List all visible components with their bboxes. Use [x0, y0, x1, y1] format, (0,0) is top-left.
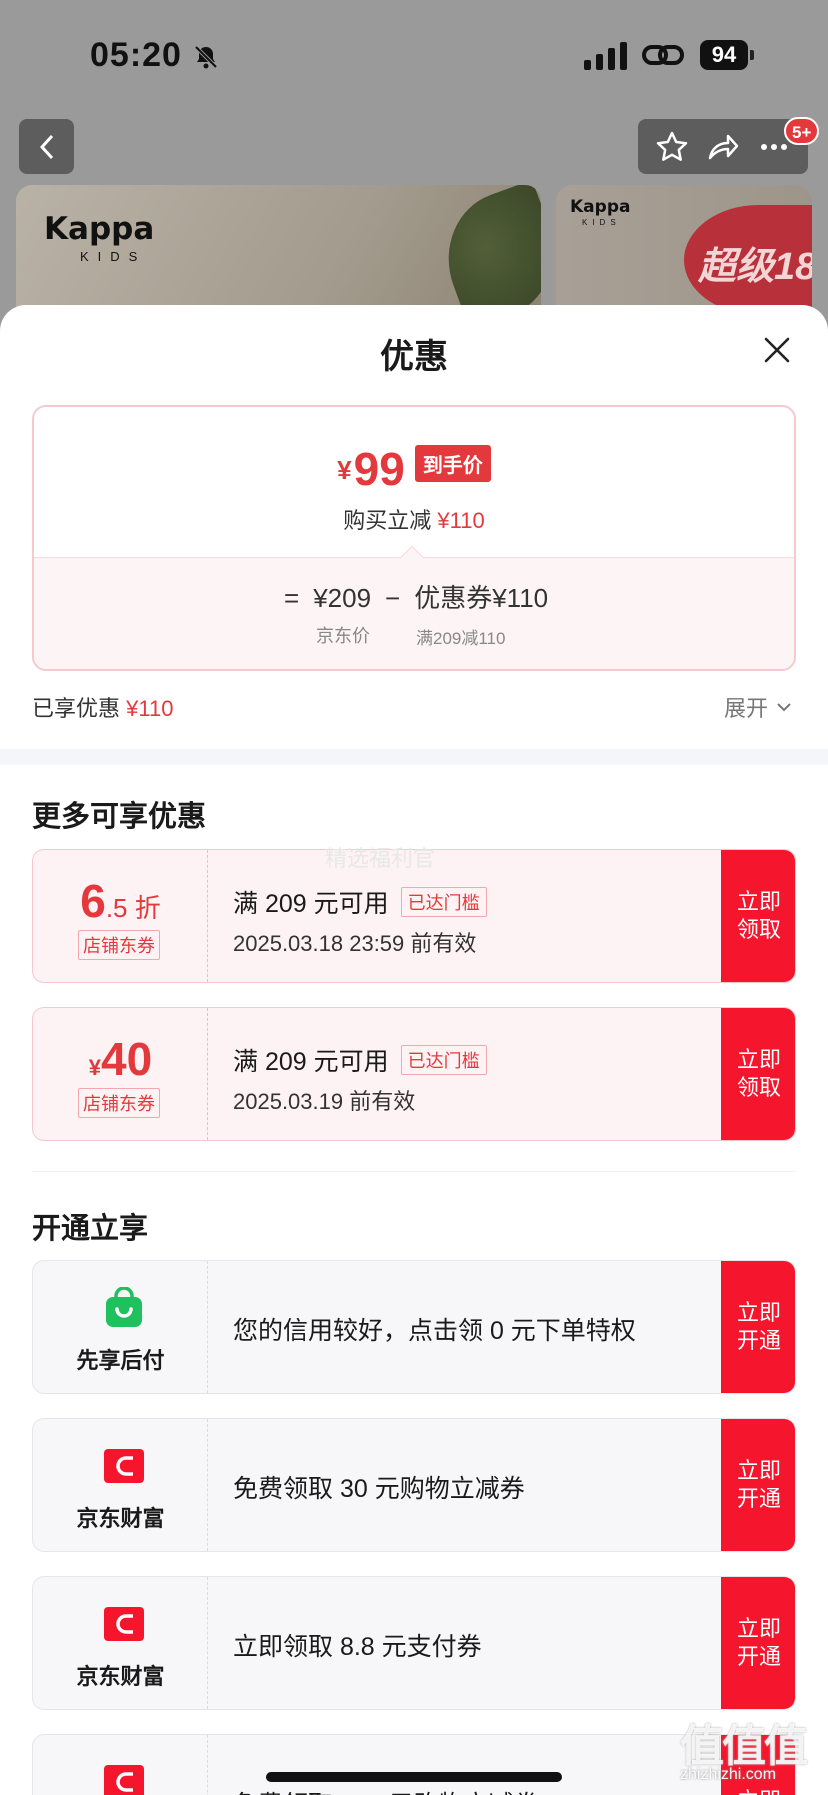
battery-indicator: 94	[700, 40, 748, 70]
service-brand-area: 先享后付	[33, 1261, 208, 1393]
service-name: 先享后付	[76, 1348, 165, 1373]
coupon-value-area: 6.5 折 店铺东券	[33, 850, 208, 982]
price-currency: ¥	[337, 455, 352, 485]
close-icon[interactable]	[762, 335, 792, 365]
promo-tag: 超级18	[684, 205, 812, 315]
save-line: 购买立减 ¥110	[34, 503, 794, 535]
star-icon[interactable]	[655, 130, 689, 164]
back-button[interactable]	[19, 119, 74, 174]
service-brand-area: 京东财富	[33, 1419, 208, 1551]
service-card: 京东财富 免费领取 30 元购物立减券 立即开通	[32, 1418, 796, 1552]
formula-equals: =	[284, 583, 300, 613]
coupon-value-sub: .5 折	[105, 893, 161, 923]
chevron-left-icon	[39, 134, 53, 159]
side-banner-brand: Kappa	[570, 197, 631, 217]
coupon-condition-text: 满 209 元可用	[233, 890, 389, 918]
threshold-badge: 已达门槛	[400, 887, 487, 917]
wallet-icon	[104, 1449, 144, 1483]
discount-sheet: 优惠 ¥ 99 到手价 购买立减 ¥110 = ¥209 − 优惠券¥110 京…	[0, 305, 828, 1795]
wallet-icon	[104, 1607, 144, 1641]
service-card: 京东财富 立即领取 8.8 元支付券 立即开通	[32, 1576, 796, 1710]
jd-price: ¥209	[313, 583, 372, 613]
service-brand-area	[33, 1735, 208, 1795]
activate-button[interactable]: 立即开通	[721, 1577, 795, 1709]
expand-label: 展开	[724, 696, 769, 721]
enjoyed-label: 已享优惠	[32, 696, 121, 721]
bell-muted-icon	[194, 45, 218, 69]
wallet-icon	[104, 1765, 144, 1795]
shopping-bag-icon	[106, 1287, 142, 1327]
service-description: 免费领取 100 元购物立减券	[233, 1785, 539, 1795]
status-bar: 05:20 94	[0, 0, 828, 110]
service-name: 京东财富	[76, 1664, 165, 1689]
coupon-expiry: 2025.03.19 前有效	[233, 1089, 416, 1114]
share-icon[interactable]	[706, 130, 740, 164]
battery-cap	[750, 50, 754, 60]
side-banner-sub: KIDS	[582, 218, 621, 227]
service-description: 免费领取 30 元购物立减券	[233, 1475, 525, 1503]
coupon-value: 6.5 折	[33, 874, 208, 928]
price-breakdown-card: ¥ 99 到手价 购买立减 ¥110 = ¥209 − 优惠券¥110 京东价 …	[32, 405, 796, 671]
divider	[32, 1171, 796, 1172]
claim-coupon-button[interactable]: 立即领取	[721, 850, 795, 982]
site-watermark-url: zhizhizhi.com	[680, 1766, 777, 1783]
banner-brand-sub: KIDS	[80, 249, 147, 264]
service-description: 立即领取 8.8 元支付券	[233, 1633, 482, 1661]
notification-badge: 5+	[784, 117, 820, 145]
open-benefits-title: 开通立享	[32, 1213, 149, 1245]
jd-price-label: 京东价	[316, 626, 370, 646]
background-page: 05:20 94 5+ Kappa KIDS Kappa KIDS 超级18	[0, 0, 828, 330]
enjoyed-discount: 已享优惠 ¥110	[32, 691, 173, 723]
coupon-value-main: 6	[80, 875, 106, 927]
coupon-value-main: 40	[101, 1033, 153, 1085]
price-formula: = ¥209 − 优惠券¥110 京东价 满209减110	[34, 557, 794, 669]
coupon-type: 店铺东券	[78, 930, 160, 960]
more-discounts-title: 更多可享优惠	[32, 801, 207, 833]
threshold-badge: 已达门槛	[400, 1045, 487, 1075]
enjoyed-amount: ¥110	[126, 696, 174, 721]
final-price-label: 到手价	[414, 445, 491, 482]
activate-button[interactable]: 立即开通	[721, 1419, 795, 1551]
claim-coupon-button[interactable]: 立即领取	[721, 1008, 795, 1140]
coupon-card: ¥40 店铺东券 满 209 元可用 已达门槛 2025.03.19 前有效 立…	[32, 1007, 796, 1141]
coupon-condition: 满 209 元可用 已达门槛	[233, 1042, 487, 1078]
coupon-expiry: 2025.03.18 23:59 前有效	[233, 931, 477, 956]
service-description: 您的信用较好，点击领 0 元下单特权	[233, 1317, 636, 1345]
coupon-deduction: 优惠券¥110	[414, 583, 549, 613]
sheet-title: 优惠	[380, 338, 448, 376]
chevron-down-icon	[777, 703, 791, 712]
service-card: 先享后付 您的信用较好，点击领 0 元下单特权 立即开通	[32, 1260, 796, 1394]
expand-button[interactable]: 展开	[724, 691, 792, 723]
link-icon	[642, 45, 684, 65]
home-indicator[interactable]	[266, 1772, 562, 1782]
coupon-condition-text: 满 209 元可用	[233, 1048, 389, 1076]
banner-brand: Kappa	[44, 211, 155, 247]
status-time: 05:20	[90, 36, 182, 74]
save-amount: ¥110	[437, 508, 485, 533]
top-actions	[638, 119, 808, 174]
coupon-currency: ¥	[88, 1055, 102, 1080]
formula-minus: −	[385, 583, 401, 613]
coupon-type: 店铺东券	[78, 1088, 160, 1118]
price-summary: ¥ 99 到手价 购买立减 ¥110	[34, 407, 794, 557]
activate-button[interactable]: 立即开通	[721, 1261, 795, 1393]
watermark-text: 精选福利官	[325, 846, 436, 871]
service-name: 京东财富	[76, 1506, 165, 1531]
section-divider	[0, 749, 828, 765]
coupon-condition: 满 209 元可用 已达门槛	[233, 884, 487, 920]
coupon-value: ¥40	[33, 1032, 208, 1086]
final-price: 99	[353, 443, 405, 495]
signal-icon	[584, 42, 627, 70]
save-prefix: 购买立减	[343, 508, 432, 533]
service-brand-area: 京东财富	[33, 1577, 208, 1709]
coupon-rule: 满209减110	[416, 629, 506, 648]
site-watermark-logo: 值值值	[680, 1722, 808, 1771]
coupon-value-area: ¥40 店铺东券	[33, 1008, 208, 1140]
